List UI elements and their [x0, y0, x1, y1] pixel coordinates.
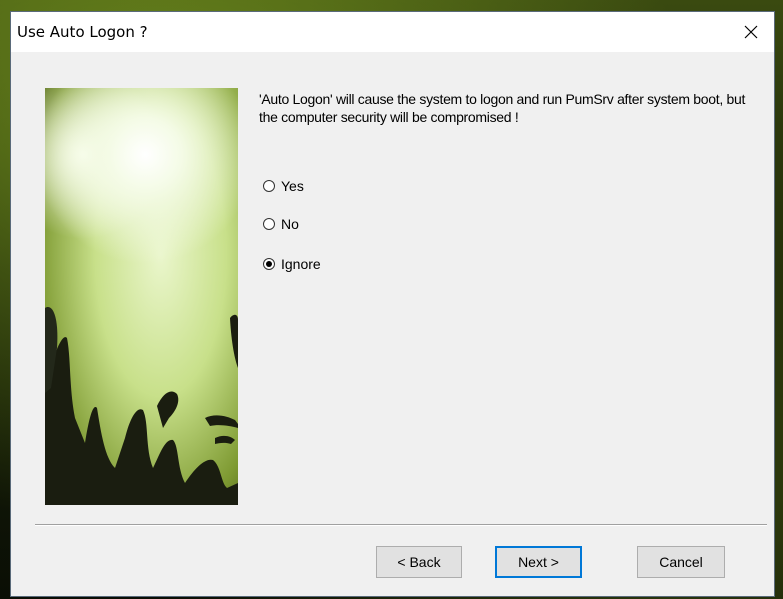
- wizard-banner-image: [45, 88, 238, 505]
- crowd-silhouette: [45, 307, 238, 505]
- close-icon: [744, 25, 758, 39]
- auto-logon-dialog: Use Auto Logon ? 'Auto Logon' will cause…: [10, 11, 775, 597]
- auto-logon-message: 'Auto Logon' will cause the system to lo…: [259, 91, 746, 125]
- next-button[interactable]: Next >: [495, 546, 582, 578]
- dialog-title: Use Auto Logon ?: [17, 23, 148, 41]
- option-yes-label: Yes: [281, 178, 304, 194]
- back-button[interactable]: < Back: [376, 546, 462, 578]
- close-button[interactable]: [728, 12, 774, 52]
- radio-no[interactable]: [263, 218, 275, 230]
- option-ignore-label: Ignore: [281, 256, 321, 272]
- option-no[interactable]: No: [263, 215, 299, 233]
- option-ignore[interactable]: Ignore: [263, 255, 321, 273]
- button-separator: [35, 524, 767, 526]
- title-bar: Use Auto Logon ?: [11, 12, 774, 52]
- option-yes[interactable]: Yes: [263, 177, 304, 195]
- cancel-button[interactable]: Cancel: [637, 546, 725, 578]
- option-no-label: No: [281, 216, 299, 232]
- radio-ignore[interactable]: [263, 258, 275, 270]
- radio-yes[interactable]: [263, 180, 275, 192]
